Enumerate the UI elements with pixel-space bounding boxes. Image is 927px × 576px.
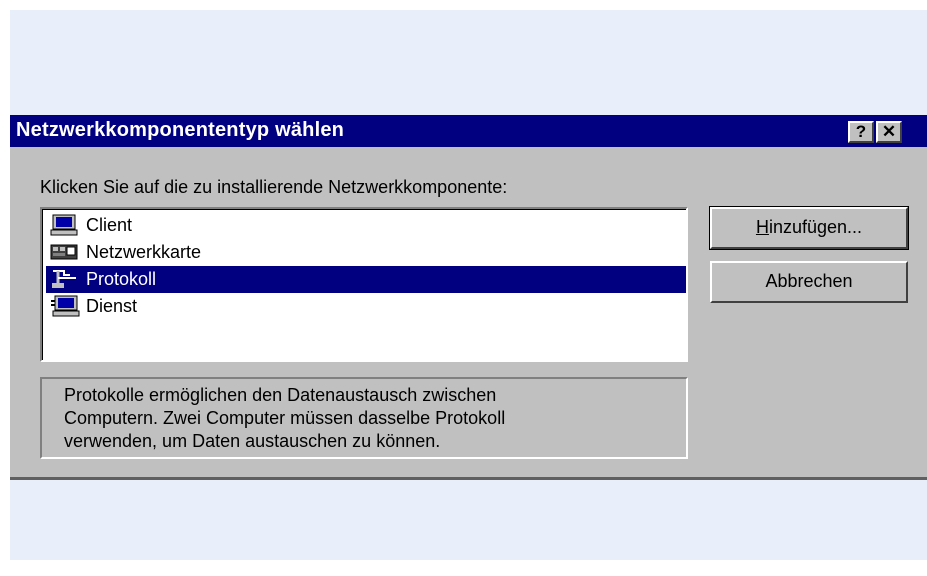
list-item-label: Client: [86, 215, 133, 235]
protocol-icon: [52, 270, 76, 288]
instruction-label: Klicken Sie auf die zu installierende Ne…: [40, 177, 508, 197]
client-computer-icon: [50, 214, 78, 236]
description-line: verwenden, um Daten austauschen zu könne…: [64, 431, 441, 451]
description-line: Computern. Zwei Computer müssen dasselbe…: [64, 408, 506, 428]
add-button[interactable]: Hinzufügen...: [709, 206, 909, 250]
close-button[interactable]: ✕: [876, 121, 902, 143]
list-item-client[interactable]: Client: [46, 212, 686, 239]
list-item-label: Protokoll: [86, 269, 157, 289]
network-card-icon: [50, 244, 78, 260]
dialog-titlebar[interactable]: Netzwerkkomponententyp wählen ? ✕: [10, 115, 927, 147]
add-button-mnemonic: H: [755, 217, 769, 237]
help-button[interactable]: ?: [848, 121, 874, 143]
description-line: Protokolle ermöglichen den Datenaustausc…: [64, 385, 497, 405]
close-icon: ✕: [881, 122, 897, 141]
select-network-component-dialog: Netzwerkkomponententyp wählen ? ✕ Klicke…: [10, 115, 927, 477]
dialog-title: Netzwerkkomponententyp wählen: [16, 119, 345, 141]
cancel-button-label: Abbrechen: [765, 271, 853, 291]
list-item-network-card[interactable]: Netzwerkkarte: [46, 239, 686, 266]
add-button-label: inzufügen...: [768, 217, 863, 237]
list-item-service[interactable]: Dienst: [46, 293, 686, 320]
component-type-list[interactable]: Client Netzwerkkarte Protokoll Dienst: [40, 207, 688, 362]
list-item-label: Netzwerkkarte: [86, 242, 202, 262]
service-icon: [51, 295, 80, 317]
help-icon: ?: [855, 122, 867, 141]
list-item-label: Dienst: [86, 296, 138, 316]
list-item-protocol[interactable]: Protokoll: [46, 266, 686, 293]
description-box: Protokolle ermöglichen den Datenaustausc…: [40, 377, 688, 459]
cancel-button[interactable]: Abbrechen: [710, 261, 908, 303]
